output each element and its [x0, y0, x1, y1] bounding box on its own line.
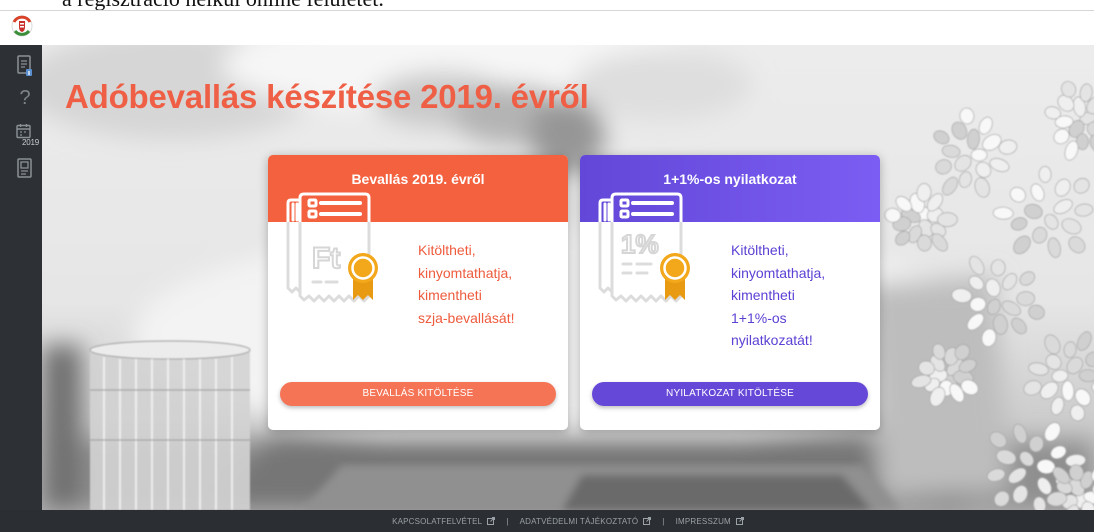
- sidebar-item-calendar-2019[interactable]: 2019: [0, 123, 42, 147]
- external-link-icon: [487, 517, 496, 525]
- card-title: Bevallás 2019. évről: [351, 171, 485, 187]
- calendar-year-label: 2019: [22, 138, 39, 147]
- description-line: kinyomtathatja,: [418, 264, 513, 281]
- sidebar-item-documents[interactable]: [0, 55, 42, 79]
- card-description: Kitöltheti, kinyomtathatja, kimentheti 1…: [731, 239, 825, 352]
- flower-petal: [970, 148, 988, 162]
- sidebar-item-help[interactable]: ?: [0, 86, 42, 110]
- footer-separator: |: [506, 516, 509, 526]
- description-line: nyilatkozatát!: [731, 332, 813, 348]
- tax-return-card: Bevallás 2019. évről Ft Kitöltheti, kiny…: [268, 155, 568, 430]
- page-title: Adóbevallás készítése 2019. évről: [65, 78, 589, 115]
- tax-return-document-icon: Ft: [286, 192, 378, 303]
- percent-declaration-document-icon: 1%: [598, 192, 690, 303]
- footer-link-label: IMPRESSZUM: [675, 516, 731, 526]
- form-icon: [17, 158, 32, 178]
- description-line: Kitöltheti,: [731, 242, 789, 258]
- description-line: 1+1%-os: [731, 309, 787, 326]
- top-banner: a regisztráció nélkül online felületét.: [0, 0, 1094, 10]
- top-banner-text: a regisztráció nélkül online felületét.: [62, 0, 384, 10]
- footer-links: KAPCSOLATFELVÉTEL | ADATVÉDELMI TÁJÉKOZT…: [42, 510, 1094, 532]
- fill-declaration-button[interactable]: NYILATKOZAT KITÖLTÉSE: [592, 382, 868, 406]
- calendar-icon: [16, 124, 31, 139]
- description-line: kimentheti: [418, 287, 482, 303]
- description-line: kinyomtathatja,: [731, 264, 826, 281]
- footer-link-imprint[interactable]: IMPRESSZUM: [676, 517, 744, 526]
- description-line: Kitöltheti,: [418, 242, 476, 258]
- flower-petal: [990, 259, 1006, 277]
- footer-link-label: KAPCSOLATFELVÉTEL: [392, 516, 483, 526]
- document-info-icon: [17, 55, 32, 76]
- card-description: Kitöltheti, kinyomtathatja, kimentheti s…: [418, 239, 515, 329]
- nav-logo-icon[interactable]: [11, 14, 33, 40]
- description-line: szja-bevallását!: [418, 309, 515, 326]
- description-line: kimentheti: [731, 287, 795, 303]
- card-title: 1+1%-os nyilatkozat: [663, 171, 797, 187]
- laptop-shape: [302, 465, 902, 510]
- icon-currency-text: Ft: [312, 242, 340, 275]
- footer-separator: |: [662, 516, 665, 526]
- external-link-icon: [643, 517, 652, 525]
- award-medal-icon: [660, 253, 690, 300]
- footer-link-label: ADATVÉDELMI TÁJÉKOZTATÓ: [519, 516, 639, 526]
- footer-link-privacy[interactable]: ADATVÉDELMI TÁJÉKOZTATÓ: [520, 517, 652, 526]
- sidebar-item-forms[interactable]: [0, 158, 42, 182]
- sidebar: ? 2019: [0, 45, 42, 510]
- flower-petal: [1038, 166, 1052, 183]
- fill-tax-return-button[interactable]: BEVALLÁS KITÖLTÉSE: [280, 382, 556, 406]
- external-link-icon: [735, 517, 744, 525]
- award-medal-icon: [348, 253, 378, 300]
- glass-shape: [89, 340, 251, 510]
- flower-petal: [937, 212, 958, 227]
- top-divider: [0, 10, 1094, 11]
- footer-link-contact[interactable]: KAPCSOLATFELVÉTEL: [392, 516, 496, 526]
- declaration-card: 1+1%-os nyilatkozat 1% Kitöltheti, kinyo…: [580, 155, 880, 430]
- help-icon: ?: [19, 87, 31, 109]
- footer: KAPCSOLATFELVÉTEL | ADATVÉDELMI TÁJÉKOZT…: [0, 510, 1094, 532]
- icon-percent-text: 1%: [621, 229, 659, 259]
